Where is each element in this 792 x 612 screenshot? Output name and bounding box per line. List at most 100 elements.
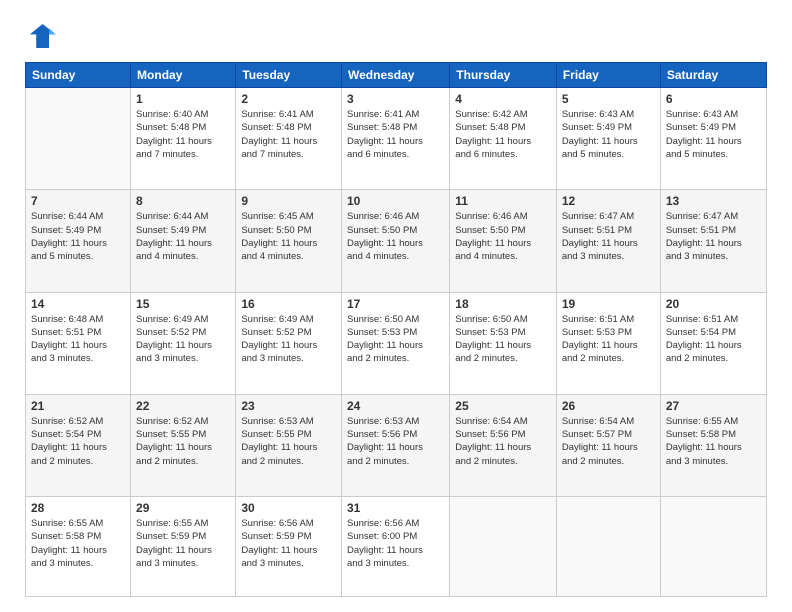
- day-info: Sunrise: 6:51 AM Sunset: 5:53 PM Dayligh…: [562, 313, 655, 366]
- calendar-cell: [26, 88, 131, 190]
- calendar-cell: 5Sunrise: 6:43 AM Sunset: 5:49 PM Daylig…: [556, 88, 660, 190]
- calendar-cell: 19 Sunrise: 6:51 AM Sunset: 5:53 PM Dayli…: [556, 292, 660, 394]
- day-number: 15: [136, 297, 230, 311]
- calendar-cell: 15 Sunrise: 6:49 AM Sunset: 5:52 PM Dayli…: [131, 292, 236, 394]
- calendar-cell: [450, 497, 557, 597]
- day-info: Sunrise: 6:43 AM Sunset: 5:49 PM Dayligh…: [562, 108, 655, 161]
- day-info: Sunrise: 6:53 AM Sunset: 5:56 PM Dayligh…: [347, 415, 444, 468]
- calendar-cell: 25 Sunrise: 6:54 AM Sunset: 5:56 PM Dayli…: [450, 394, 557, 496]
- calendar-cell: 21 Sunrise: 6:52 AM Sunset: 5:54 PM Dayli…: [26, 394, 131, 496]
- day-info: Sunrise: 6:45 AM Sunset: 5:50 PM Dayligh…: [241, 210, 336, 263]
- column-header-saturday: Saturday: [660, 63, 766, 88]
- calendar-cell: 8 Sunrise: 6:44 AM Sunset: 5:49 PM Daylig…: [131, 190, 236, 292]
- day-info: Sunrise: 6:56 AM Sunset: 6:00 PM Dayligh…: [347, 517, 444, 570]
- calendar-week-row: 7 Sunrise: 6:44 AM Sunset: 5:49 PM Daylig…: [26, 190, 767, 292]
- calendar-week-row: 1 Sunrise: 6:40 AM Sunset: 5:48 PM Daylig…: [26, 88, 767, 190]
- calendar-cell: 26 Sunrise: 6:54 AM Sunset: 5:57 PM Dayli…: [556, 394, 660, 496]
- day-number: 13: [666, 194, 761, 208]
- day-info: Sunrise: 6:43 AM Sunset: 5:49 PM Dayligh…: [666, 108, 761, 161]
- day-number: 6: [666, 92, 761, 106]
- day-number: 12: [562, 194, 655, 208]
- column-header-monday: Monday: [131, 63, 236, 88]
- column-header-wednesday: Wednesday: [342, 63, 450, 88]
- calendar-cell: 9Sunrise: 6:45 AM Sunset: 5:50 PM Daylig…: [236, 190, 342, 292]
- day-info: Sunrise: 6:49 AM Sunset: 5:52 PM Dayligh…: [136, 313, 230, 366]
- day-info: Sunrise: 6:52 AM Sunset: 5:54 PM Dayligh…: [31, 415, 125, 468]
- day-number: 7: [31, 194, 125, 208]
- day-number: 23: [241, 399, 336, 413]
- day-number: 25: [455, 399, 551, 413]
- calendar-week-row: 28Sunrise: 6:55 AM Sunset: 5:58 PM Dayli…: [26, 497, 767, 597]
- day-number: 27: [666, 399, 761, 413]
- column-header-thursday: Thursday: [450, 63, 557, 88]
- day-number: 4: [455, 92, 551, 106]
- calendar-cell: [660, 497, 766, 597]
- day-info: Sunrise: 6:47 AM Sunset: 5:51 PM Dayligh…: [562, 210, 655, 263]
- calendar-cell: [556, 497, 660, 597]
- calendar-table: SundayMondayTuesdayWednesdayThursdayFrid…: [25, 62, 767, 597]
- day-number: 30: [241, 501, 336, 515]
- column-header-friday: Friday: [556, 63, 660, 88]
- calendar-cell: 12 Sunrise: 6:47 AM Sunset: 5:51 PM Dayli…: [556, 190, 660, 292]
- day-info: Sunrise: 6:50 AM Sunset: 5:53 PM Dayligh…: [347, 313, 444, 366]
- calendar-cell: 29 Sunrise: 6:55 AM Sunset: 5:59 PM Dayli…: [131, 497, 236, 597]
- day-number: 19: [562, 297, 655, 311]
- calendar-cell: 31Sunrise: 6:56 AM Sunset: 6:00 PM Dayli…: [342, 497, 450, 597]
- day-info: Sunrise: 6:42 AM Sunset: 5:48 PM Dayligh…: [455, 108, 551, 161]
- calendar-cell: 2 Sunrise: 6:41 AM Sunset: 5:48 PM Daylig…: [236, 88, 342, 190]
- calendar-cell: 16Sunrise: 6:49 AM Sunset: 5:52 PM Dayli…: [236, 292, 342, 394]
- calendar-cell: 18 Sunrise: 6:50 AM Sunset: 5:53 PM Dayli…: [450, 292, 557, 394]
- day-info: Sunrise: 6:52 AM Sunset: 5:55 PM Dayligh…: [136, 415, 230, 468]
- day-number: 26: [562, 399, 655, 413]
- day-number: 1: [136, 92, 230, 106]
- calendar-week-row: 21 Sunrise: 6:52 AM Sunset: 5:54 PM Dayli…: [26, 394, 767, 496]
- calendar-cell: 24Sunrise: 6:53 AM Sunset: 5:56 PM Dayli…: [342, 394, 450, 496]
- day-info: Sunrise: 6:47 AM Sunset: 5:51 PM Dayligh…: [666, 210, 761, 263]
- calendar-cell: 22 Sunrise: 6:52 AM Sunset: 5:55 PM Dayli…: [131, 394, 236, 496]
- column-header-sunday: Sunday: [26, 63, 131, 88]
- day-info: Sunrise: 6:41 AM Sunset: 5:48 PM Dayligh…: [241, 108, 336, 161]
- day-number: 10: [347, 194, 444, 208]
- calendar-cell: 11 Sunrise: 6:46 AM Sunset: 5:50 PM Dayli…: [450, 190, 557, 292]
- calendar-cell: 10 Sunrise: 6:46 AM Sunset: 5:50 PM Dayli…: [342, 190, 450, 292]
- day-number: 11: [455, 194, 551, 208]
- calendar-cell: 14 Sunrise: 6:48 AM Sunset: 5:51 PM Dayli…: [26, 292, 131, 394]
- calendar-cell: 6 Sunrise: 6:43 AM Sunset: 5:49 PM Daylig…: [660, 88, 766, 190]
- calendar-cell: 3Sunrise: 6:41 AM Sunset: 5:48 PM Daylig…: [342, 88, 450, 190]
- day-number: 2: [241, 92, 336, 106]
- day-number: 17: [347, 297, 444, 311]
- day-info: Sunrise: 6:48 AM Sunset: 5:51 PM Dayligh…: [31, 313, 125, 366]
- day-info: Sunrise: 6:46 AM Sunset: 5:50 PM Dayligh…: [455, 210, 551, 263]
- day-number: 18: [455, 297, 551, 311]
- day-info: Sunrise: 6:56 AM Sunset: 5:59 PM Dayligh…: [241, 517, 336, 570]
- day-info: Sunrise: 6:54 AM Sunset: 5:57 PM Dayligh…: [562, 415, 655, 468]
- day-number: 21: [31, 399, 125, 413]
- day-number: 29: [136, 501, 230, 515]
- calendar-cell: 20Sunrise: 6:51 AM Sunset: 5:54 PM Dayli…: [660, 292, 766, 394]
- day-info: Sunrise: 6:40 AM Sunset: 5:48 PM Dayligh…: [136, 108, 230, 161]
- day-info: Sunrise: 6:49 AM Sunset: 5:52 PM Dayligh…: [241, 313, 336, 366]
- day-info: Sunrise: 6:55 AM Sunset: 5:59 PM Dayligh…: [136, 517, 230, 570]
- day-info: Sunrise: 6:46 AM Sunset: 5:50 PM Dayligh…: [347, 210, 444, 263]
- day-info: Sunrise: 6:50 AM Sunset: 5:53 PM Dayligh…: [455, 313, 551, 366]
- calendar-header-row: SundayMondayTuesdayWednesdayThursdayFrid…: [26, 63, 767, 88]
- day-info: Sunrise: 6:55 AM Sunset: 5:58 PM Dayligh…: [666, 415, 761, 468]
- calendar-cell: 13 Sunrise: 6:47 AM Sunset: 5:51 PM Dayli…: [660, 190, 766, 292]
- calendar-cell: 4 Sunrise: 6:42 AM Sunset: 5:48 PM Daylig…: [450, 88, 557, 190]
- calendar-cell: 23 Sunrise: 6:53 AM Sunset: 5:55 PM Dayli…: [236, 394, 342, 496]
- day-info: Sunrise: 6:53 AM Sunset: 5:55 PM Dayligh…: [241, 415, 336, 468]
- day-info: Sunrise: 6:44 AM Sunset: 5:49 PM Dayligh…: [136, 210, 230, 263]
- day-number: 3: [347, 92, 444, 106]
- day-number: 14: [31, 297, 125, 311]
- day-number: 20: [666, 297, 761, 311]
- day-number: 8: [136, 194, 230, 208]
- day-info: Sunrise: 6:54 AM Sunset: 5:56 PM Dayligh…: [455, 415, 551, 468]
- calendar-cell: 27 Sunrise: 6:55 AM Sunset: 5:58 PM Dayli…: [660, 394, 766, 496]
- calendar-cell: 7Sunrise: 6:44 AM Sunset: 5:49 PM Daylig…: [26, 190, 131, 292]
- column-header-tuesday: Tuesday: [236, 63, 342, 88]
- day-info: Sunrise: 6:55 AM Sunset: 5:58 PM Dayligh…: [31, 517, 125, 570]
- calendar-cell: 17 Sunrise: 6:50 AM Sunset: 5:53 PM Dayli…: [342, 292, 450, 394]
- calendar-week-row: 14 Sunrise: 6:48 AM Sunset: 5:51 PM Dayli…: [26, 292, 767, 394]
- calendar-cell: 30 Sunrise: 6:56 AM Sunset: 5:59 PM Dayli…: [236, 497, 342, 597]
- day-number: 22: [136, 399, 230, 413]
